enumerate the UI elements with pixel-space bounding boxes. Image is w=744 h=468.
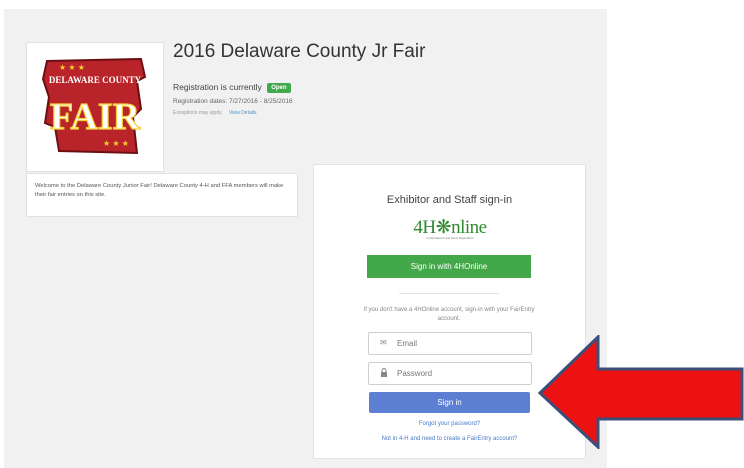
registration-dates: Registration dates: 7/27/2016 - 8/25/201…: [173, 98, 293, 105]
svg-text:★ ★ ★: ★ ★ ★: [59, 63, 85, 72]
divider: [399, 293, 499, 294]
fair-title: 2016 Delaware County Jr Fair: [173, 41, 426, 62]
exceptions-note: Exceptions may apply. View Details: [173, 110, 256, 116]
password-field[interactable]: Password: [368, 362, 532, 385]
email-placeholder: Email: [397, 339, 418, 348]
svg-text:FAIR: FAIR: [50, 96, 141, 138]
sign-in-with-4honline-button[interactable]: Sign in with 4HOnline: [367, 255, 531, 278]
red-arrow-icon: [537, 335, 744, 449]
view-details-link[interactable]: View Details: [229, 110, 256, 116]
svg-text:DELAWARE COUNTY: DELAWARE COUNTY: [49, 75, 142, 85]
registration-label: Registration is currently: [173, 82, 262, 92]
status-badge: Open: [267, 82, 291, 93]
signin-title: Exhibitor and Staff sign-in: [386, 194, 513, 206]
exceptions-text: Exceptions may apply.: [173, 110, 223, 116]
lock-icon: [380, 368, 388, 379]
welcome-card: Welcome to the Delaware County Junior Fa…: [26, 173, 298, 217]
password-placeholder: Password: [397, 369, 433, 378]
4honline-logo: 4H❋nline 4-H Enrollment and Event Regist…: [402, 216, 498, 246]
fairentry-info-text: If you don't have a 4HOnline account, si…: [363, 307, 535, 322]
sign-in-button[interactable]: Sign in: [369, 392, 530, 413]
svg-text:★ ★ ★: ★ ★ ★: [103, 139, 129, 148]
fair-logo: ★ ★ ★ DELAWARE COUNTY FAIR ★ ★ ★: [41, 57, 147, 155]
email-field[interactable]: ✉ Email: [368, 332, 532, 355]
registration-status-line: Registration is currently Open: [173, 82, 291, 93]
fair-logo-card: ★ ★ ★ DELAWARE COUNTY FAIR ★ ★ ★: [26, 42, 164, 172]
envelope-icon: ✉: [380, 338, 387, 347]
page-background: ★ ★ ★ DELAWARE COUNTY FAIR ★ ★ ★ 2016 De…: [4, 9, 607, 468]
welcome-message: Welcome to the Delaware County Junior Fa…: [35, 183, 284, 198]
